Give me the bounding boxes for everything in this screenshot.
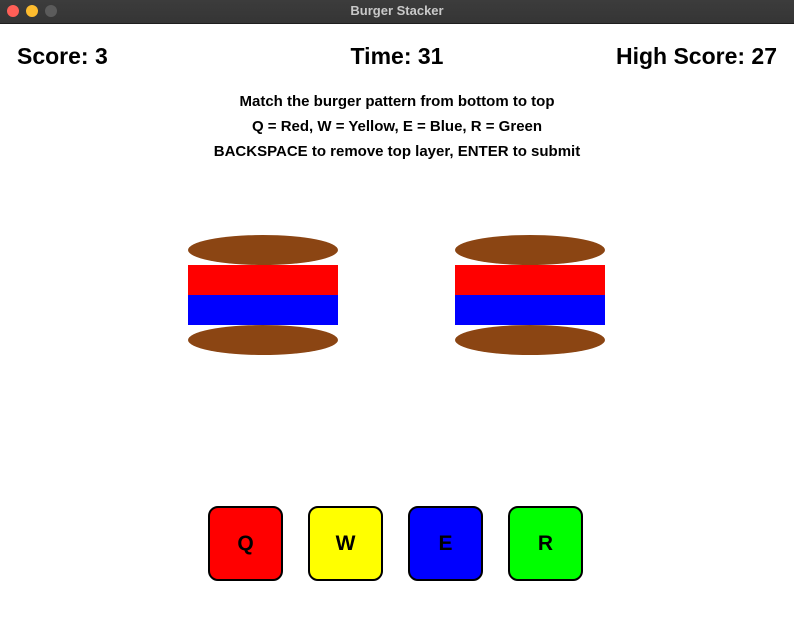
target-bottom-bun bbox=[188, 325, 338, 355]
high-score-display: High Score: 27 bbox=[615, 43, 777, 69]
red-key-label: Q bbox=[237, 531, 254, 555]
window-title: Burger Stacker bbox=[350, 3, 444, 18]
player-burger bbox=[455, 235, 605, 355]
green-key-label: R bbox=[537, 531, 554, 555]
instruction-line-controls: BACKSPACE to remove top layer, ENTER to … bbox=[213, 143, 581, 160]
title-bar: Burger Stacker bbox=[0, 0, 794, 24]
instruction-line-keys: Q = Red, W = Yellow, E = Blue, R = Green bbox=[251, 118, 543, 135]
player-bottom-bun bbox=[455, 325, 605, 355]
player-red-layer bbox=[455, 265, 605, 295]
green-layer-button[interactable]: R bbox=[508, 506, 583, 581]
blue-layer-button[interactable]: E bbox=[408, 506, 483, 581]
blue-key-label: E bbox=[438, 531, 453, 555]
target-burger bbox=[188, 235, 338, 355]
instruction-line-pattern: Match the burger pattern from bottom to … bbox=[239, 93, 555, 110]
yellow-layer-button[interactable]: W bbox=[308, 506, 383, 581]
player-top-bun bbox=[455, 235, 605, 265]
target-top-bun bbox=[188, 235, 338, 265]
yellow-key-label: W bbox=[335, 531, 356, 555]
player-blue-layer bbox=[455, 295, 605, 325]
red-layer-button[interactable]: Q bbox=[208, 506, 283, 581]
target-red-layer bbox=[188, 265, 338, 295]
target-blue-layer bbox=[188, 295, 338, 325]
